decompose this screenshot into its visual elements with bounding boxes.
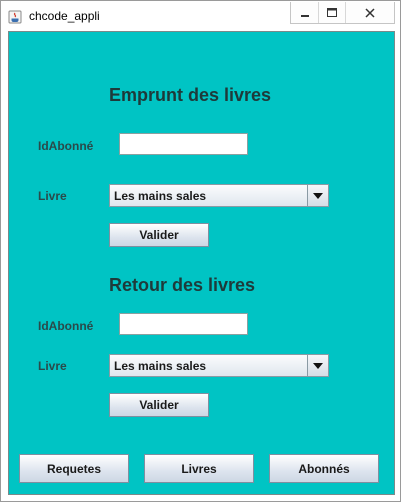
borrow-subscriber-input[interactable] xyxy=(119,133,248,155)
caption-buttons xyxy=(290,2,395,24)
return-subscriber-label: IdAbonné xyxy=(38,319,94,333)
borrow-validate-button[interactable]: Valider xyxy=(109,223,209,247)
books-button[interactable]: Livres xyxy=(144,454,254,483)
return-book-select[interactable]: Les mains sales xyxy=(109,354,329,377)
return-book-selected: Les mains sales xyxy=(114,359,207,373)
maximize-button[interactable] xyxy=(319,2,346,23)
return-subscriber-input[interactable] xyxy=(119,313,248,335)
application-window: chcode_appli Emprunt des livres IdAbonné xyxy=(0,0,401,502)
close-icon xyxy=(365,7,375,18)
close-button[interactable] xyxy=(346,2,394,23)
java-app-icon xyxy=(8,9,22,24)
borrow-book-label: Livre xyxy=(38,189,67,203)
borrow-section-title: Emprunt des livres xyxy=(109,85,272,105)
borrow-subscriber-label: IdAbonné xyxy=(38,139,94,153)
restore-icon xyxy=(327,7,337,17)
minimize-button[interactable] xyxy=(291,2,319,23)
return-validate-button[interactable]: Valider xyxy=(109,393,209,417)
title-bar[interactable]: chcode_appli xyxy=(1,1,400,31)
minimize-icon xyxy=(300,14,309,17)
return-section-title: Retour des livres xyxy=(109,275,256,295)
return-book-label: Livre xyxy=(38,359,67,373)
borrow-book-selected: Les mains sales xyxy=(114,189,207,203)
borrow-book-select[interactable]: Les mains sales xyxy=(109,184,329,207)
window-title: chcode_appli xyxy=(29,9,100,23)
subscribers-button[interactable]: Abonnés xyxy=(269,454,379,483)
requests-button[interactable]: Requetes xyxy=(19,454,129,483)
main-panel: Emprunt des livres IdAbonné Livre Les ma… xyxy=(8,31,395,495)
chevron-down-icon[interactable] xyxy=(307,185,328,206)
chevron-down-icon[interactable] xyxy=(307,355,328,376)
